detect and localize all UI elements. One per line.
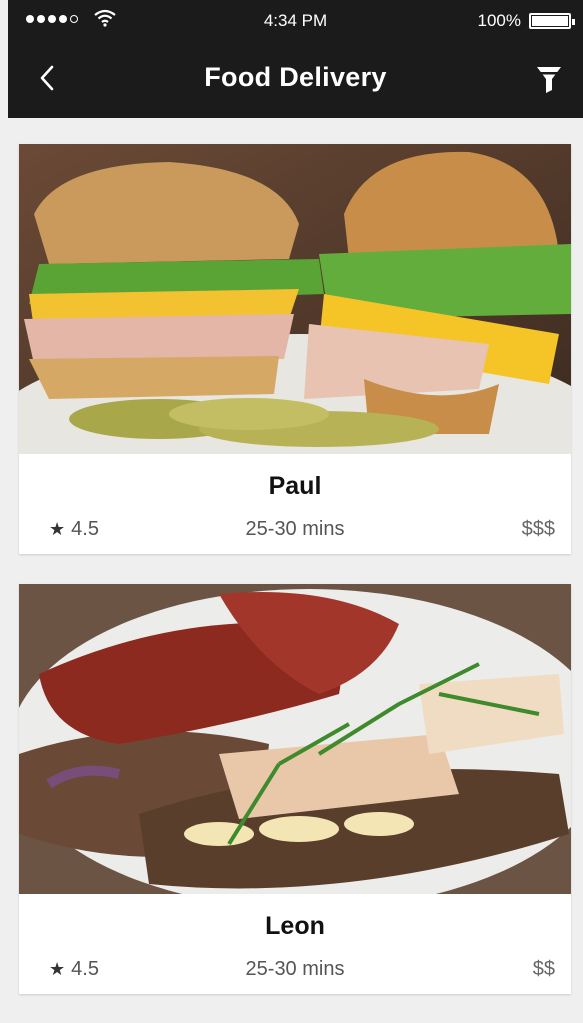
filter-icon <box>537 67 561 93</box>
restaurant-name: Leon <box>265 912 325 940</box>
restaurant-name: Paul <box>268 472 322 500</box>
restaurant-info: Leon ★ 4.5 25-30 mins $$ <box>19 894 571 994</box>
price-level: $$$ <box>521 518 555 540</box>
app: 4:34 PM 100% Food Delivery Paul ★ 4.5 25… <box>0 0 583 1023</box>
filter-button[interactable] <box>535 64 563 94</box>
navigation-bar: Food Delivery <box>8 42 583 118</box>
battery-icon <box>529 13 575 29</box>
page-title: Food Delivery <box>204 62 387 92</box>
status-bar: 4:34 PM 100% <box>8 0 583 42</box>
restaurant-card[interactable]: Leon ★ 4.5 25-30 mins $$ <box>19 584 571 994</box>
delivery-time: 25-30 mins <box>245 958 345 980</box>
restaurant-info: Paul ★ 4.5 25-30 mins $$$ <box>19 454 571 554</box>
delivery-time: 25-30 mins <box>245 518 345 540</box>
battery-percentage: 100% <box>477 11 521 30</box>
restaurant-photo-sandwiches <box>19 144 571 454</box>
top-bar: 4:34 PM 100% Food Delivery <box>8 0 583 118</box>
price-level: $$ <box>532 958 555 980</box>
restaurant-photo-open-sandwiches <box>19 584 571 894</box>
restaurant-card[interactable]: Paul ★ 4.5 25-30 mins $$$ <box>19 144 571 554</box>
